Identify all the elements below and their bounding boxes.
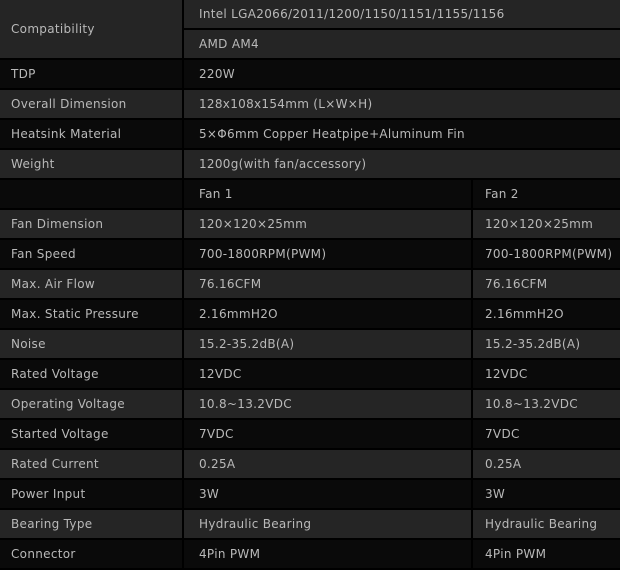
fan1-value: 700-1800RPM(PWM) bbox=[182, 240, 471, 268]
fan-spec-label: Operating Voltage bbox=[11, 397, 125, 411]
fan-row-speed: Fan Speed 700-1800RPM(PWM) 700-1800RPM(P… bbox=[0, 240, 620, 268]
fan-spec-label: Fan Speed bbox=[11, 247, 76, 261]
fan-spec-label: Connector bbox=[11, 547, 76, 561]
fan2-header: Fan 2 bbox=[471, 180, 620, 208]
fan1-value: 0.25A bbox=[182, 450, 471, 478]
fan2-value: 700-1800RPM(PWM) bbox=[471, 240, 620, 268]
fan1-value: 76.16CFM bbox=[182, 270, 471, 298]
fan-spec-label: Started Voltage bbox=[11, 427, 109, 441]
fan1-value: 15.2-35.2dB(A) bbox=[182, 330, 471, 358]
fan2-value: 15.2-35.2dB(A) bbox=[471, 330, 620, 358]
spec-label: Weight bbox=[11, 157, 55, 171]
fan-row-bearing: Bearing Type Hydraulic Bearing Hydraulic… bbox=[0, 510, 620, 538]
spec-value: 5×Φ6mm Copper Heatpipe+Aluminum Fin bbox=[182, 120, 620, 148]
spec-row-dimension: Overall Dimension 128x108x154mm (L×W×H) bbox=[0, 90, 620, 118]
fan-row-rated-voltage: Rated Voltage 12VDC 12VDC bbox=[0, 360, 620, 388]
fan-spec-label: Fan Dimension bbox=[11, 217, 104, 231]
spec-value: 128x108x154mm (L×W×H) bbox=[182, 90, 620, 118]
fan1-value: 12VDC bbox=[182, 360, 471, 388]
fan2-value: 10.8~13.2VDC bbox=[471, 390, 620, 418]
fan-spec-label: Rated Current bbox=[11, 457, 99, 471]
fan-spec-label: Bearing Type bbox=[11, 517, 93, 531]
fan1-value: 10.8~13.2VDC bbox=[182, 390, 471, 418]
compatibility-intel-value: Intel LGA2066/2011/1200/1150/1151/1155/1… bbox=[182, 0, 620, 28]
fan2-value: Hydraulic Bearing bbox=[471, 510, 620, 538]
fan1-value: 2.16mmH2O bbox=[182, 300, 471, 328]
spec-table: Compatibility Intel LGA2066/2011/1200/11… bbox=[0, 0, 620, 570]
fan2-value: 0.25A bbox=[471, 450, 620, 478]
compatibility-label: Compatibility bbox=[0, 0, 182, 58]
spec-row-weight: Weight 1200g(with fan/accessory) bbox=[0, 150, 620, 178]
fan-header-label bbox=[0, 180, 182, 208]
fan2-value: 76.16CFM bbox=[471, 270, 620, 298]
spec-label: Overall Dimension bbox=[11, 97, 127, 111]
fan-row-operating-voltage: Operating Voltage 10.8~13.2VDC 10.8~13.2… bbox=[0, 390, 620, 418]
fan2-value: 120×120×25mm bbox=[471, 210, 620, 238]
fan1-value: 3W bbox=[182, 480, 471, 508]
fan2-value: 12VDC bbox=[471, 360, 620, 388]
fan2-value: 4Pin PWM bbox=[471, 540, 620, 568]
fan-spec-label: Rated Voltage bbox=[11, 367, 99, 381]
fan-spec-label: Power Input bbox=[11, 487, 86, 501]
fan1-value: 7VDC bbox=[182, 420, 471, 448]
fan2-value: 7VDC bbox=[471, 420, 620, 448]
spec-row-heatsink: Heatsink Material 5×Φ6mm Copper Heatpipe… bbox=[0, 120, 620, 148]
fan1-value: 4Pin PWM bbox=[182, 540, 471, 568]
fan-row-pressure: Max. Static Pressure 2.16mmH2O 2.16mmH2O bbox=[0, 300, 620, 328]
fan2-value: 2.16mmH2O bbox=[471, 300, 620, 328]
fan1-header: Fan 1 bbox=[182, 180, 471, 208]
spec-value: 1200g(with fan/accessory) bbox=[182, 150, 620, 178]
fan-row-power-input: Power Input 3W 3W bbox=[0, 480, 620, 508]
fan-row-rated-current: Rated Current 0.25A 0.25A bbox=[0, 450, 620, 478]
fan-row-started-voltage: Started Voltage 7VDC 7VDC bbox=[0, 420, 620, 448]
fan-spec-label: Max. Static Pressure bbox=[11, 307, 139, 321]
fan-header-row: Fan 1 Fan 2 bbox=[0, 180, 620, 208]
spec-label: TDP bbox=[11, 67, 36, 81]
fan-spec-label: Max. Air Flow bbox=[11, 277, 96, 291]
spec-label: Heatsink Material bbox=[11, 127, 122, 141]
fan2-value: 3W bbox=[471, 480, 620, 508]
fan-row-dimension: Fan Dimension 120×120×25mm 120×120×25mm bbox=[0, 210, 620, 238]
fan-row-airflow: Max. Air Flow 76.16CFM 76.16CFM bbox=[0, 270, 620, 298]
fan-spec-label: Noise bbox=[11, 337, 46, 351]
fan1-value: Hydraulic Bearing bbox=[182, 510, 471, 538]
spec-row-tdp: TDP 220W bbox=[0, 60, 620, 88]
fan-row-noise: Noise 15.2-35.2dB(A) 15.2-35.2dB(A) bbox=[0, 330, 620, 358]
spec-value: 220W bbox=[182, 60, 620, 88]
fan1-value: 120×120×25mm bbox=[182, 210, 471, 238]
compatibility-amd-value: AMD AM4 bbox=[182, 30, 620, 58]
compatibility-row: Compatibility Intel LGA2066/2011/1200/11… bbox=[0, 0, 620, 58]
fan-row-connector: Connector 4Pin PWM 4Pin PWM bbox=[0, 540, 620, 568]
